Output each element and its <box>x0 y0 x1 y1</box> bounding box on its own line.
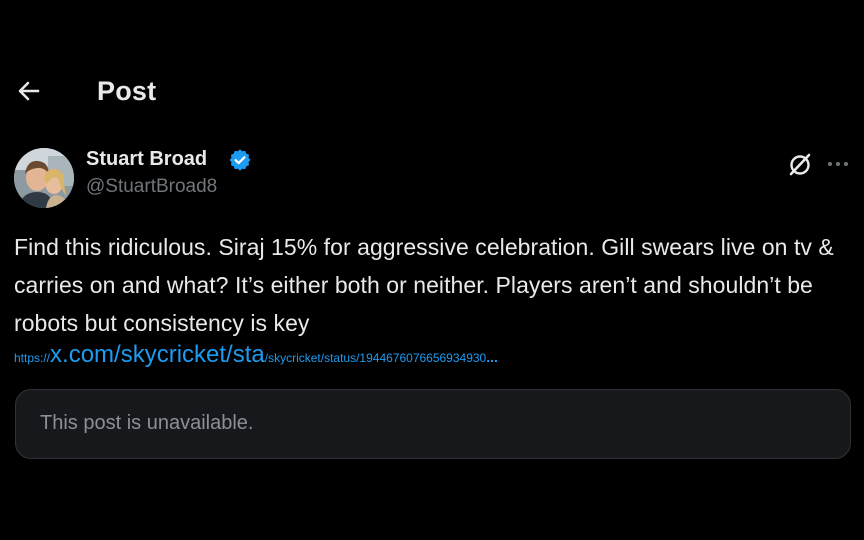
link-path: /skycricket/status/1944676076656934930 <box>264 351 487 365</box>
top-band <box>0 0 864 52</box>
arrow-left-icon <box>18 81 40 101</box>
post-header: Post <box>0 68 864 112</box>
post-text: Find this ridiculous. Siraj 15% for aggr… <box>14 234 834 336</box>
avatar[interactable] <box>14 148 74 208</box>
grok-button[interactable] <box>786 150 814 178</box>
link-prefix: https:// <box>14 351 51 365</box>
link-main: x.com/skycricket/sta <box>50 341 265 368</box>
post-link[interactable]: https://x.com/skycricket/sta/skycricket/… <box>14 341 854 369</box>
grok-icon <box>789 153 811 176</box>
bottom-band <box>0 488 864 540</box>
page-title: Post <box>97 76 157 106</box>
more-options-button[interactable] <box>824 150 852 178</box>
link-ellipsis: ... <box>486 349 498 365</box>
verified-badge-icon <box>229 149 251 171</box>
more-options-icon <box>828 162 848 166</box>
post-author: Stuart Broad @StuartBroad8 <box>0 146 864 210</box>
unavailable-text: This post is unavailable. <box>40 412 254 434</box>
avatar-image <box>14 148 74 208</box>
author-handle[interactable]: @StuartBroad8 <box>86 176 217 198</box>
back-button[interactable] <box>14 76 44 106</box>
author-display-name[interactable]: Stuart Broad <box>86 148 207 171</box>
quoted-post-card: This post is unavailable. <box>15 389 851 459</box>
